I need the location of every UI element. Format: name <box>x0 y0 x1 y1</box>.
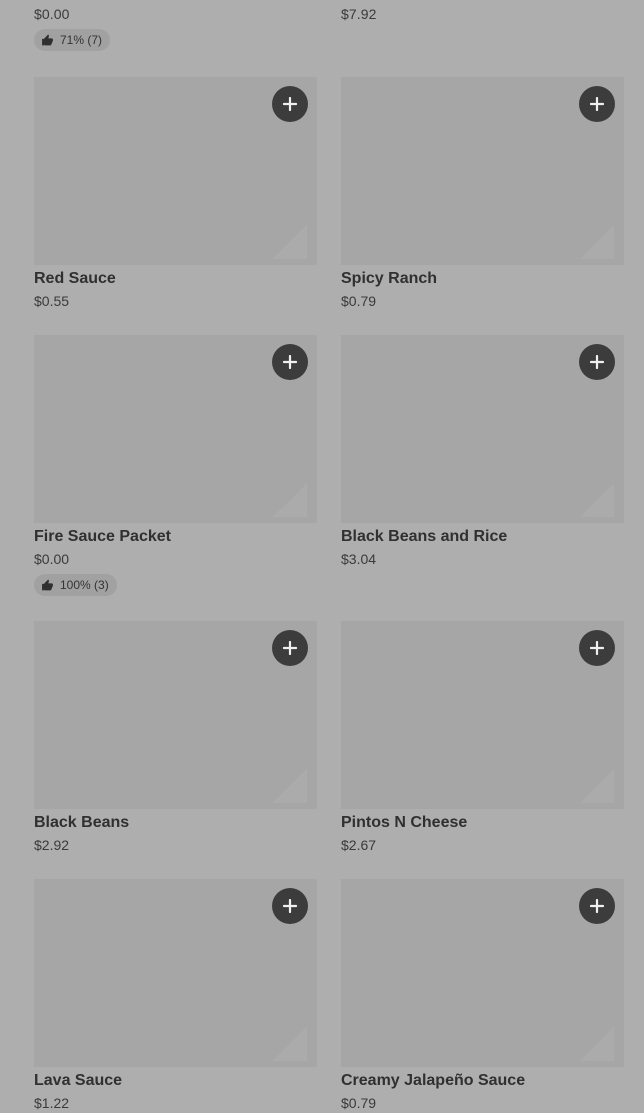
item-price: $3.04 <box>341 551 377 567</box>
menu-item-card[interactable]: Pintos N Cheese $2.67 <box>341 621 624 854</box>
item-image[interactable] <box>34 621 317 809</box>
item-name: Black Beans and Rice <box>341 528 508 545</box>
item-name: Creamy Jalapeño Sauce <box>341 1072 526 1089</box>
menu-item-card[interactable]: Spicy Ranch $0.79 <box>341 77 624 310</box>
previous-row: $0.00 $7.92 71% (7) <box>0 0 644 60</box>
plus-icon <box>283 355 297 369</box>
item-price: $0.00 <box>34 551 70 567</box>
image-placeholder-corner <box>273 769 307 803</box>
rating-badge: 71% (7) <box>34 29 111 51</box>
rating-text: 71% (7) <box>60 33 103 47</box>
item-price: $1.22 <box>34 1095 70 1111</box>
item-price: $0.79 <box>341 1095 377 1111</box>
image-placeholder-corner <box>273 483 307 517</box>
menu-item-card[interactable]: Fire Sauce Packet $0.00 100% (3) <box>34 335 317 597</box>
item-image[interactable] <box>341 879 624 1067</box>
image-placeholder-corner <box>580 225 614 259</box>
menu-item-card[interactable]: Black Beans and Rice $3.04 <box>341 335 624 568</box>
item-price: $7.92 <box>341 6 377 22</box>
add-item-button[interactable] <box>579 86 615 122</box>
menu-item-card[interactable]: Black Beans $2.92 <box>34 621 317 854</box>
menu-item-card[interactable]: Creamy Jalapeño Sauce $0.79 <box>341 879 624 1112</box>
menu-item-card[interactable]: Lava Sauce $1.22 <box>34 879 317 1112</box>
plus-icon <box>283 641 297 655</box>
image-placeholder-corner <box>273 1027 307 1061</box>
item-image[interactable] <box>34 335 317 523</box>
plus-icon <box>590 97 604 111</box>
plus-icon <box>590 641 604 655</box>
image-placeholder-corner <box>273 225 307 259</box>
image-placeholder-corner <box>580 769 614 803</box>
item-name: Pintos N Cheese <box>341 814 468 831</box>
image-placeholder-corner <box>580 483 614 517</box>
thumbs-up-icon <box>41 34 54 47</box>
item-image[interactable] <box>34 77 317 265</box>
item-image[interactable] <box>341 621 624 809</box>
menu-item-card[interactable]: Red Sauce $0.55 <box>34 77 317 310</box>
item-image[interactable] <box>341 335 624 523</box>
item-image[interactable] <box>341 77 624 265</box>
rating-badge: 100% (3) <box>34 574 117 596</box>
add-item-button[interactable] <box>272 630 308 666</box>
item-name: Red Sauce <box>34 270 116 287</box>
item-price: $2.67 <box>341 837 377 853</box>
item-name: Spicy Ranch <box>341 270 438 287</box>
add-item-button[interactable] <box>579 630 615 666</box>
item-price: $2.92 <box>34 837 70 853</box>
item-name: Fire Sauce Packet <box>34 528 171 545</box>
item-price: $0.00 <box>34 6 70 22</box>
plus-icon <box>590 899 604 913</box>
image-placeholder-corner <box>580 1027 614 1061</box>
item-price: $0.55 <box>34 293 70 309</box>
add-item-button[interactable] <box>272 344 308 380</box>
item-name: Lava Sauce <box>34 1072 123 1089</box>
add-item-button[interactable] <box>579 888 615 924</box>
add-item-button[interactable] <box>579 344 615 380</box>
item-name: Black Beans <box>34 814 130 831</box>
thumbs-up-icon <box>41 579 54 592</box>
rating-text: 100% (3) <box>60 578 109 592</box>
plus-icon <box>590 355 604 369</box>
item-price: $0.79 <box>341 293 377 309</box>
add-item-button[interactable] <box>272 86 308 122</box>
add-item-button[interactable] <box>272 888 308 924</box>
menu-grid: $0.00 $7.92 71% (7) Red Sauce $0.55 Spic… <box>0 0 644 1113</box>
item-image[interactable] <box>34 879 317 1067</box>
plus-icon <box>283 97 297 111</box>
plus-icon <box>283 899 297 913</box>
